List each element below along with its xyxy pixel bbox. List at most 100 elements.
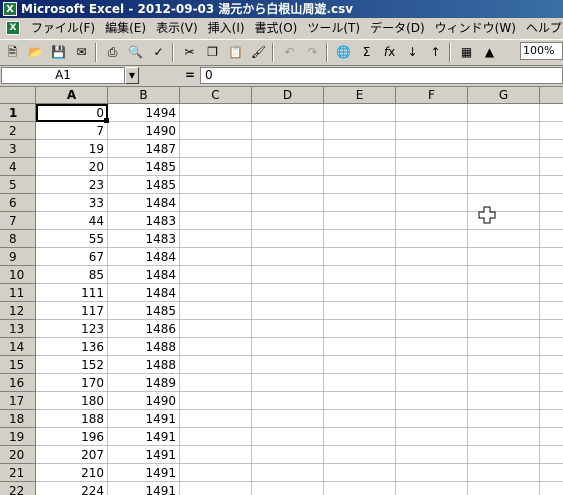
row-header[interactable]: 22	[0, 482, 36, 495]
grid-cell[interactable]	[180, 248, 252, 266]
grid-cell[interactable]	[468, 428, 540, 446]
grid-cell[interactable]	[396, 374, 468, 392]
grid-cell[interactable]	[252, 284, 324, 302]
paste-icon[interactable]: 📋	[225, 42, 246, 63]
column-header-g[interactable]: G	[468, 87, 540, 104]
grid-cell[interactable]	[468, 248, 540, 266]
grid-cell[interactable]: 7	[36, 122, 108, 140]
grid-cell[interactable]: 117	[36, 302, 108, 320]
row-header[interactable]: 8	[0, 230, 36, 248]
row-header[interactable]: 13	[0, 320, 36, 338]
grid-cell[interactable]: 1490	[108, 392, 180, 410]
grid-cell[interactable]	[396, 410, 468, 428]
grid-cell[interactable]	[180, 140, 252, 158]
column-header-c[interactable]: C	[180, 87, 252, 104]
grid-cell[interactable]	[180, 302, 252, 320]
grid-cell[interactable]: 1486	[108, 320, 180, 338]
grid-cell[interactable]	[396, 194, 468, 212]
format-painter-icon[interactable]: 🖌	[248, 42, 269, 63]
grid-cell[interactable]	[180, 104, 252, 122]
grid-cell[interactable]	[324, 356, 396, 374]
grid-cell[interactable]	[252, 194, 324, 212]
grid-cell[interactable]: 1489	[108, 374, 180, 392]
grid-cell[interactable]	[252, 392, 324, 410]
row-header[interactable]: 19	[0, 428, 36, 446]
grid-cell[interactable]: 210	[36, 464, 108, 482]
menu-format[interactable]: 書式(O)	[250, 18, 303, 39]
grid-cell[interactable]	[252, 158, 324, 176]
grid-cell[interactable]	[324, 158, 396, 176]
grid-cell[interactable]	[540, 212, 563, 230]
save-icon[interactable]: 💾	[48, 42, 69, 63]
grid-cell[interactable]	[180, 230, 252, 248]
grid-cell[interactable]	[468, 284, 540, 302]
row-header[interactable]: 2	[0, 122, 36, 140]
row-header[interactable]: 21	[0, 464, 36, 482]
grid-cell[interactable]: 1485	[108, 176, 180, 194]
row-header[interactable]: 14	[0, 338, 36, 356]
grid-cell[interactable]	[324, 140, 396, 158]
grid-cell[interactable]	[396, 230, 468, 248]
grid-cell[interactable]	[324, 122, 396, 140]
row-header[interactable]: 15	[0, 356, 36, 374]
spelling-icon[interactable]: ✓	[148, 42, 169, 63]
column-header-d[interactable]: D	[252, 87, 324, 104]
grid-cell[interactable]	[396, 446, 468, 464]
menu-file[interactable]: ファイル(F)	[26, 18, 100, 39]
grid-cell[interactable]	[180, 194, 252, 212]
menu-help[interactable]: ヘルプ(H)	[521, 18, 563, 39]
grid-cell[interactable]	[540, 302, 563, 320]
grid-cell[interactable]: 1491	[108, 446, 180, 464]
grid-cell[interactable]	[324, 104, 396, 122]
grid-cell[interactable]	[324, 230, 396, 248]
print-icon[interactable]: ⎙	[102, 42, 123, 63]
grid-cell[interactable]	[468, 266, 540, 284]
grid-cell[interactable]	[396, 212, 468, 230]
grid-cell[interactable]	[396, 104, 468, 122]
grid-cell[interactable]	[396, 266, 468, 284]
grid-cell[interactable]	[396, 248, 468, 266]
grid-cell[interactable]	[252, 212, 324, 230]
grid-cell[interactable]: 196	[36, 428, 108, 446]
grid-cell[interactable]	[468, 338, 540, 356]
grid-cell[interactable]	[468, 320, 540, 338]
grid-cell[interactable]	[468, 122, 540, 140]
grid-cell[interactable]: 224	[36, 482, 108, 495]
grid-cell[interactable]	[252, 464, 324, 482]
menu-view[interactable]: 表示(V)	[151, 18, 203, 39]
grid-cell[interactable]: 123	[36, 320, 108, 338]
grid-cell[interactable]	[252, 140, 324, 158]
grid-cell[interactable]	[396, 356, 468, 374]
grid-cell[interactable]: 152	[36, 356, 108, 374]
grid-cell[interactable]: 1491	[108, 410, 180, 428]
grid-cell[interactable]: 111	[36, 284, 108, 302]
name-box-dropdown-icon[interactable]: ▼	[125, 67, 139, 84]
grid-cell[interactable]: 1485	[108, 158, 180, 176]
grid-cell[interactable]	[252, 176, 324, 194]
grid-cell[interactable]	[252, 302, 324, 320]
grid-cell[interactable]	[540, 374, 563, 392]
grid-cell[interactable]	[396, 392, 468, 410]
row-header[interactable]: 1	[0, 104, 36, 122]
grid-cell[interactable]	[540, 410, 563, 428]
grid-cell[interactable]	[324, 446, 396, 464]
grid-cell[interactable]: 1491	[108, 482, 180, 495]
grid-cell[interactable]: 1494	[108, 104, 180, 122]
fill-handle[interactable]	[104, 118, 109, 123]
grid-cell[interactable]	[252, 122, 324, 140]
grid-cell[interactable]: 1490	[108, 122, 180, 140]
grid-cell[interactable]: 20	[36, 158, 108, 176]
menu-edit[interactable]: 編集(E)	[100, 18, 151, 39]
grid-cell[interactable]	[468, 482, 540, 495]
new-icon[interactable]: 🗎	[2, 42, 23, 63]
grid-cell[interactable]	[540, 230, 563, 248]
grid-cell[interactable]: 1488	[108, 338, 180, 356]
row-header[interactable]: 4	[0, 158, 36, 176]
grid-cell[interactable]: 1484	[108, 266, 180, 284]
grid-cell[interactable]	[252, 104, 324, 122]
grid-cell[interactable]	[468, 446, 540, 464]
select-all-corner[interactable]	[0, 87, 36, 104]
grid-cell[interactable]	[252, 482, 324, 495]
grid-cell[interactable]	[180, 284, 252, 302]
grid-cell[interactable]	[252, 446, 324, 464]
